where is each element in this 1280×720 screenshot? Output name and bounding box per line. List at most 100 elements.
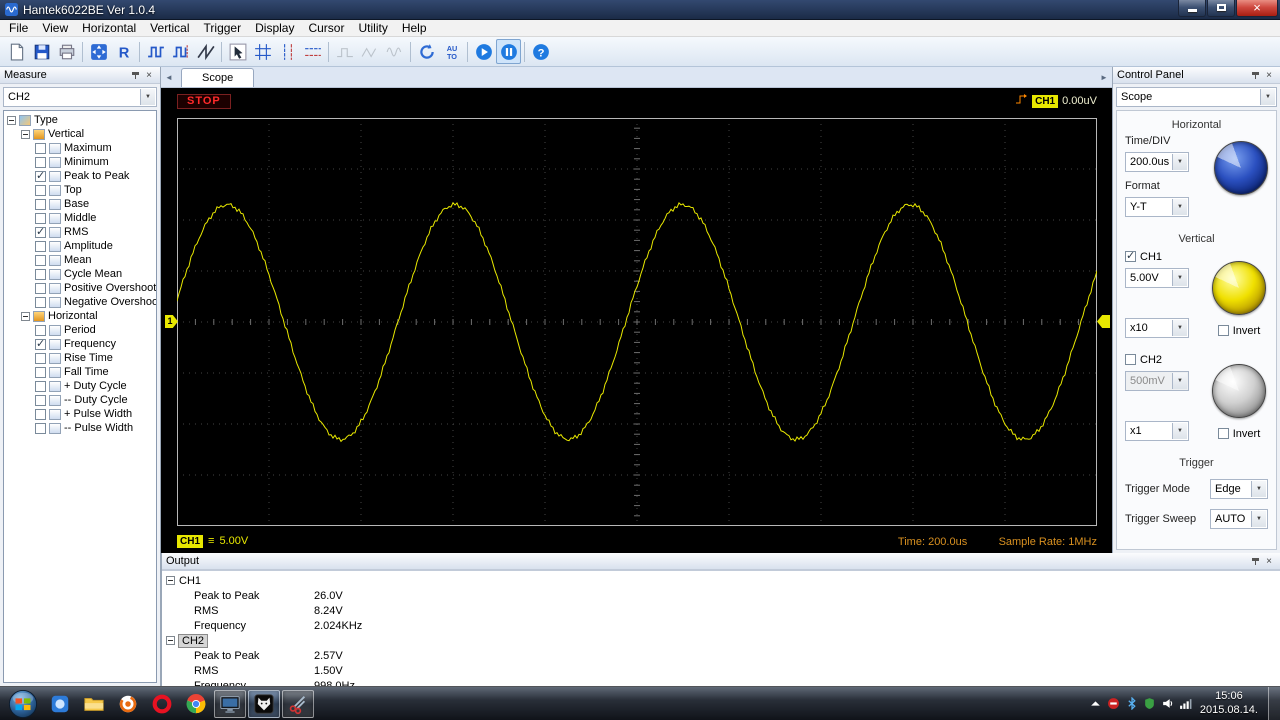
close-icon[interactable]: × bbox=[1262, 555, 1276, 568]
tree-expander-icon[interactable] bbox=[166, 636, 175, 645]
chevron-down-icon[interactable]: ▼ bbox=[1172, 320, 1187, 336]
checkbox[interactable] bbox=[35, 156, 46, 168]
checkbox[interactable] bbox=[35, 142, 46, 154]
output-row[interactable]: Peak to Peak 2.57V bbox=[166, 648, 1280, 663]
play-button[interactable] bbox=[471, 39, 496, 64]
tree-node-vertical[interactable]: Vertical bbox=[4, 127, 156, 141]
chevron-down-icon[interactable]: ▼ bbox=[1172, 270, 1187, 286]
tree-item[interactable]: RMS bbox=[4, 225, 156, 239]
measure-channel-select[interactable]: CH2 ▼ bbox=[3, 87, 157, 107]
checkbox[interactable] bbox=[35, 198, 46, 210]
ch2-probe-select[interactable]: x1 ▼ bbox=[1125, 421, 1189, 441]
close-icon[interactable]: × bbox=[1262, 69, 1276, 82]
app-blue-button[interactable] bbox=[44, 690, 76, 718]
tree-item[interactable]: Frequency bbox=[4, 337, 156, 351]
checkbox[interactable] bbox=[35, 169, 46, 182]
chevron-down-icon[interactable]: ▼ bbox=[1260, 89, 1275, 105]
tree-item[interactable]: Minimum bbox=[4, 155, 156, 169]
save-button[interactable] bbox=[29, 39, 54, 64]
ch1-invert-checkbox[interactable]: Invert bbox=[1217, 323, 1260, 338]
tree-item[interactable]: Peak to Peak bbox=[4, 169, 156, 183]
cursor-arrow-button[interactable] bbox=[225, 39, 250, 64]
chevron-down-icon[interactable]: ▼ bbox=[1251, 481, 1266, 497]
folder-button[interactable] bbox=[78, 690, 110, 718]
checkbox[interactable] bbox=[35, 394, 46, 406]
output-row[interactable]: Frequency 2.024KHz bbox=[166, 618, 1280, 633]
tree-item[interactable]: Fall Time bbox=[4, 365, 156, 379]
time-div-select[interactable]: 200.0us ▼ bbox=[1125, 152, 1189, 172]
checkbox[interactable] bbox=[35, 366, 46, 378]
snipping-tool-button[interactable] bbox=[282, 689, 314, 718]
chevron-down-icon[interactable]: ▼ bbox=[140, 89, 155, 105]
tray-red-icon[interactable] bbox=[1107, 697, 1120, 710]
four-arrows-button[interactable] bbox=[86, 39, 111, 64]
checkbox[interactable] bbox=[35, 352, 46, 364]
minimize-button[interactable] bbox=[1178, 0, 1206, 17]
output-row[interactable]: RMS 8.24V bbox=[166, 603, 1280, 618]
pin-icon[interactable] bbox=[1248, 555, 1262, 568]
trigger-mode-select[interactable]: Edge ▼ bbox=[1210, 479, 1268, 499]
refresh-button[interactable] bbox=[414, 39, 439, 64]
checkbox[interactable] bbox=[35, 268, 46, 280]
tree-expander-icon[interactable] bbox=[166, 576, 175, 585]
menu-display[interactable]: Display bbox=[248, 20, 301, 37]
output-group-row[interactable]: CH2 bbox=[166, 633, 1280, 648]
tab-scroll-left-icon[interactable]: ◄ bbox=[161, 68, 177, 87]
tree-node-type[interactable]: Type bbox=[4, 113, 156, 127]
tree-expander-icon[interactable] bbox=[21, 129, 30, 139]
autoset-button[interactable]: AU TO bbox=[439, 39, 464, 64]
chevron-down-icon[interactable]: ▼ bbox=[1251, 511, 1266, 527]
menu-help[interactable]: Help bbox=[395, 20, 434, 37]
new-file-button[interactable] bbox=[4, 39, 29, 64]
ch1-enable-checkbox[interactable]: CH1 bbox=[1125, 249, 1189, 264]
trigger-sweep-select[interactable]: AUTO ▼ bbox=[1210, 509, 1268, 529]
pin-icon[interactable] bbox=[1248, 69, 1262, 82]
tab-scope[interactable]: Scope bbox=[181, 68, 255, 87]
vertical-cursors-button[interactable] bbox=[275, 39, 300, 64]
close-button[interactable]: × bbox=[1236, 0, 1278, 17]
close-icon[interactable]: × bbox=[142, 69, 156, 82]
tree-item[interactable]: -- Pulse Width bbox=[4, 421, 156, 435]
taskbar-clock[interactable]: 15:06 2015.08.14. bbox=[1200, 690, 1258, 718]
output-row[interactable]: Frequency 998.0Hz bbox=[166, 678, 1280, 687]
tree-expander-icon[interactable] bbox=[21, 311, 30, 321]
media-orange-button[interactable] bbox=[112, 690, 144, 718]
checkbox[interactable] bbox=[35, 212, 46, 224]
hantek-app-button[interactable] bbox=[248, 689, 280, 718]
grid-button[interactable] bbox=[250, 39, 275, 64]
chevron-down-icon[interactable]: ▼ bbox=[1172, 154, 1187, 170]
pin-icon[interactable] bbox=[128, 69, 142, 82]
tray-expand-icon[interactable] bbox=[1089, 697, 1102, 710]
menu-file[interactable]: File bbox=[2, 20, 35, 37]
checkbox[interactable] bbox=[35, 380, 46, 392]
chevron-down-icon[interactable]: ▼ bbox=[1172, 373, 1187, 389]
chevron-down-icon[interactable]: ▼ bbox=[1172, 199, 1187, 215]
format-select[interactable]: Y-T ▼ bbox=[1125, 197, 1189, 217]
tree-item[interactable]: Middle bbox=[4, 211, 156, 225]
ch2-position-knob[interactable] bbox=[1212, 364, 1266, 418]
print-button[interactable] bbox=[54, 39, 79, 64]
menu-trigger[interactable]: Trigger bbox=[197, 20, 249, 37]
menu-vertical[interactable]: Vertical bbox=[143, 20, 196, 37]
tab-scroll-right-icon[interactable]: ► bbox=[1096, 68, 1112, 87]
checkbox[interactable] bbox=[35, 422, 46, 434]
ch2-enable-checkbox[interactable]: CH2 bbox=[1125, 352, 1189, 367]
tree-item[interactable]: Negative Overshoot bbox=[4, 295, 156, 309]
ch1-position-knob[interactable] bbox=[1212, 261, 1266, 315]
tree-expander-icon[interactable] bbox=[7, 115, 16, 125]
checkbox[interactable] bbox=[35, 225, 46, 238]
checkbox[interactable] bbox=[35, 337, 46, 350]
chrome-button[interactable] bbox=[180, 690, 212, 718]
trigger-level-marker[interactable] bbox=[1097, 315, 1110, 328]
ch1-scale-select[interactable]: 5.00V ▼ bbox=[1125, 268, 1189, 288]
start-button[interactable] bbox=[4, 689, 42, 718]
tree-item[interactable]: Maximum bbox=[4, 141, 156, 155]
horizontal-cursors-button[interactable] bbox=[300, 39, 325, 64]
ch2-invert-checkbox[interactable]: Invert bbox=[1217, 426, 1260, 441]
menu-view[interactable]: View bbox=[35, 20, 75, 37]
ch1-probe-select[interactable]: x10 ▼ bbox=[1125, 318, 1189, 338]
output-group-row[interactable]: CH1 bbox=[166, 573, 1280, 588]
tree-item[interactable]: Base bbox=[4, 197, 156, 211]
checkbox[interactable] bbox=[35, 296, 46, 308]
tree-item[interactable]: Period bbox=[4, 323, 156, 337]
